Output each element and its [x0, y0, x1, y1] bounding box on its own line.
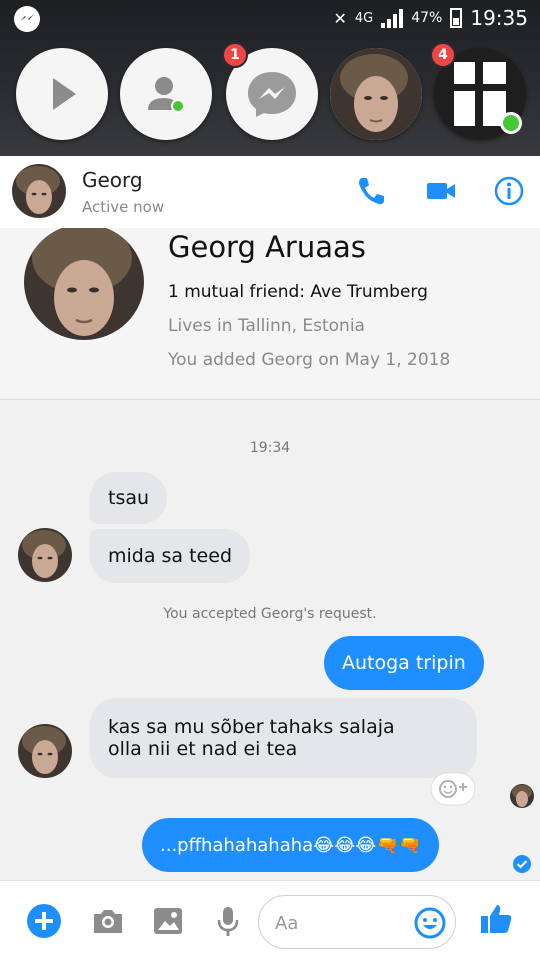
mute-icon: ✕ [333, 8, 347, 28]
profile-card: Georg Aruaas 1 mutual friend: Ave Trumbe… [0, 228, 540, 400]
emoji-icon[interactable] [413, 906, 447, 940]
profile-full-name: Georg Aruaas [168, 230, 366, 264]
add-icon[interactable] [26, 903, 62, 939]
message-composer[interactable] [258, 895, 456, 949]
person-icon [148, 77, 185, 113]
incoming-message[interactable]: tsau [90, 472, 168, 524]
battery-level: 47% [411, 10, 443, 26]
message-line: olla nii et nad ei tea [108, 738, 298, 760]
unread-badge: 4 [430, 42, 456, 68]
incoming-message[interactable]: kas sa mu sõber tahaks salaja olla nii e… [90, 698, 477, 778]
gallery-icon[interactable] [150, 903, 186, 939]
active-status: Active now [82, 198, 165, 216]
chat-head-group[interactable]: 4 [430, 42, 526, 140]
outgoing-message[interactable]: ...pffhahahahaha😂😂😂🔫🔫 [142, 818, 440, 872]
delivered-check-icon [513, 855, 531, 873]
header-avatar[interactable] [12, 164, 66, 218]
microphone-icon[interactable] [210, 903, 246, 939]
phone-icon[interactable] [354, 174, 388, 208]
contact-name[interactable]: Georg [82, 168, 143, 192]
sender-avatar[interactable] [18, 528, 72, 582]
added-date: You added Georg on May 1, 2018 [168, 350, 451, 370]
chat-head-play[interactable] [16, 48, 108, 140]
camera-icon[interactable] [90, 903, 126, 939]
profile-avatar[interactable] [24, 228, 144, 342]
clock: 19:35 [470, 6, 528, 30]
location: Lives in Tallinn, Estonia [168, 316, 365, 336]
message-input[interactable] [275, 910, 405, 936]
system-message: You accepted Georg's request. [163, 606, 377, 622]
outgoing-message[interactable]: Autoga tripin [324, 636, 484, 690]
status-bar: ✕ 4G 47% 19:35 [0, 0, 540, 38]
mutual-friends: 1 mutual friend: Ave Trumberg [168, 282, 428, 302]
like-thumb-icon[interactable] [478, 901, 514, 937]
active-status-dot [500, 112, 522, 134]
seen-avatar [510, 784, 534, 808]
message-line: kas sa mu sõber tahaks salaja [108, 716, 395, 738]
message-timestamp: 19:34 [249, 440, 291, 456]
conversation-header: Georg Active now [0, 156, 540, 230]
georg-avatar [330, 48, 422, 140]
battery-icon [450, 8, 463, 28]
unread-badge: 1 [222, 42, 248, 68]
incoming-message[interactable]: mida sa teed [90, 529, 251, 583]
network-type: 4G [354, 10, 374, 26]
video-call-icon[interactable] [424, 174, 458, 208]
composer-bar [0, 880, 540, 960]
info-icon[interactable] [492, 174, 526, 208]
add-reaction-icon[interactable] [430, 772, 476, 806]
play-icon [53, 78, 76, 110]
chat-head-contacts[interactable] [120, 48, 212, 140]
messenger-notification-icon [14, 6, 40, 32]
signal-icon [381, 8, 404, 28]
chat-head-messenger[interactable]: 1 [222, 42, 318, 140]
sender-avatar[interactable] [18, 724, 72, 778]
chat-head-georg[interactable] [330, 48, 422, 140]
